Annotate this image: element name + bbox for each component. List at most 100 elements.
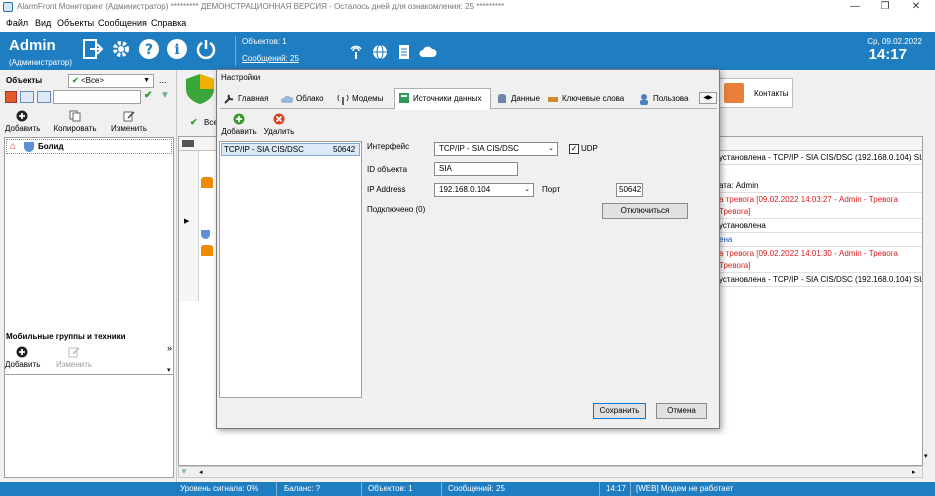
- tab-scroll-arrows[interactable]: ◀▶: [699, 92, 717, 104]
- event-row[interactable]: ена: [719, 233, 922, 247]
- add-object-label: Добавить: [5, 124, 41, 133]
- tab-cloud[interactable]: Облако: [278, 90, 333, 109]
- horizontal-scrollbar[interactable]: ▼ ◂ ▸: [178, 466, 923, 478]
- copy-object-button[interactable]: Копировать: [52, 110, 98, 133]
- power-icon[interactable]: [195, 38, 217, 60]
- event-row[interactable]: Тревога]: [719, 259, 922, 273]
- tab-main[interactable]: Главная: [220, 90, 277, 109]
- column-icon: [182, 140, 194, 147]
- udp-checkbox[interactable]: ✓: [569, 144, 579, 154]
- ip-address-combo[interactable]: 192.168.0.104 ⌄: [434, 183, 534, 197]
- menu-file[interactable]: Файл: [6, 18, 28, 28]
- tab-users[interactable]: Пользова: [635, 90, 697, 109]
- dropdown-arrow-icon[interactable]: ▾: [167, 366, 171, 374]
- tab-data-sources-label: Источники данных: [413, 94, 482, 103]
- delete-source-button[interactable]: Удалить: [261, 113, 297, 136]
- filter-more-button[interactable]: ...: [159, 75, 167, 85]
- edit-icon: [68, 347, 80, 358]
- info-icon[interactable]: i: [166, 38, 188, 60]
- title-bar: AlarmFront Мониторинг (Администратор) **…: [0, 0, 935, 14]
- tab-modems[interactable]: Модемы: [334, 90, 393, 109]
- event-row[interactable]: установлена - TCP/IP - SIA CIS/DSC (192.…: [719, 273, 922, 287]
- keyboard-icon[interactable]: [20, 91, 34, 103]
- event-row[interactable]: Тревога]: [719, 205, 922, 219]
- ip-label: IP Address: [367, 185, 406, 194]
- tree-item[interactable]: ⌂ Болид: [6, 139, 172, 154]
- edit-mobile-button[interactable]: Изменить: [54, 346, 94, 369]
- binoculars-icon[interactable]: [37, 91, 51, 103]
- event-row[interactable]: установлена: [719, 219, 922, 233]
- add-source-button[interactable]: Добавить: [221, 113, 257, 136]
- object-id-input[interactable]: SIA: [434, 162, 518, 176]
- data-source-icon: [399, 93, 409, 103]
- disconnect-button[interactable]: Отключиться: [602, 203, 688, 219]
- interface-value: TCP/IP - SIA CIS/DSC: [439, 144, 519, 153]
- document-icon: [399, 45, 409, 59]
- gear-icon[interactable]: [110, 38, 132, 60]
- tab-contacts[interactable]: Контакты: [718, 78, 793, 108]
- add-object-button[interactable]: Добавить: [5, 110, 41, 133]
- logout-icon[interactable]: [82, 38, 104, 60]
- www-icon: [373, 44, 387, 60]
- mobile-groups-label: Мобильные группы и техники: [6, 332, 126, 341]
- close-button[interactable]: ✕: [901, 0, 931, 14]
- event-row[interactable]: ата: Admin: [719, 179, 922, 193]
- edit-object-button[interactable]: Изменить: [109, 110, 149, 133]
- data-source-row[interactable]: TCP/IP - SIA CIS/DSC 50642: [221, 143, 360, 156]
- chevron-down-icon: ⌄: [548, 145, 554, 152]
- filter-value: <Все>: [80, 76, 105, 85]
- delete-icon: [273, 113, 285, 125]
- svg-text:i: i: [174, 42, 179, 58]
- menu-objects[interactable]: Объекты: [57, 18, 94, 28]
- interface-label: Интерфейс: [367, 142, 410, 151]
- chevron-down-icon: ⌄: [524, 186, 530, 193]
- maximize-button[interactable]: ❐: [870, 0, 900, 14]
- tab-modems-label: Модемы: [352, 94, 384, 103]
- menu-view[interactable]: Вид: [35, 18, 51, 28]
- edit-mobile-label: Изменить: [55, 360, 93, 369]
- window-title: AlarmFront Мониторинг (Администратор) **…: [17, 2, 505, 11]
- dialog-title: Настройки: [221, 73, 261, 82]
- user-name: Admin: [9, 37, 56, 54]
- add-mobile-label: Добавить: [5, 360, 41, 369]
- save-button[interactable]: Сохранить: [593, 403, 646, 419]
- event-row[interactable]: установлена - TCP/IP - SIA CIS/DSC (192.…: [719, 151, 922, 165]
- tab-data-label: Данные: [511, 94, 540, 103]
- menu-help[interactable]: Справка: [151, 18, 186, 28]
- tab-data-sources[interactable]: Источники данных: [394, 88, 491, 110]
- status-modem: [WEB] Модем не работает: [636, 484, 734, 493]
- cancel-button[interactable]: Отмена: [656, 403, 707, 419]
- menu-messages[interactable]: Сообщения: [98, 18, 147, 28]
- edit-object-label: Изменить: [110, 124, 148, 133]
- apply-check-icon[interactable]: ✔: [144, 90, 152, 101]
- header-bar: Admin (Администратор) ? i Объектов: 1 Со…: [0, 32, 935, 70]
- expand-chevron-icon[interactable]: »: [167, 343, 172, 353]
- tab-keywords[interactable]: Ключевые слова: [544, 90, 634, 109]
- user-role: (Администратор): [9, 58, 73, 67]
- help-icon[interactable]: ?: [138, 38, 160, 60]
- filter-icon[interactable]: ▼: [160, 90, 170, 101]
- chevron-down-icon: ▼: [143, 77, 150, 84]
- tab-data[interactable]: Данные: [493, 90, 543, 109]
- ip-value: 192.168.0.104: [439, 185, 491, 194]
- check-icon: ✔: [72, 76, 79, 85]
- connected-status: Подключено (0): [367, 205, 426, 214]
- tab-keywords-label: Ключевые слова: [562, 94, 625, 103]
- alarm-icon[interactable]: [5, 91, 17, 103]
- interface-select[interactable]: TCP/IP - SIA CIS/DSC ⌄: [434, 142, 558, 156]
- search-input[interactable]: [53, 90, 141, 104]
- add-icon: [16, 346, 28, 358]
- copy-icon: [69, 110, 81, 122]
- funnel-icon: ▼: [180, 467, 188, 476]
- messages-link[interactable]: Сообщений: 25: [242, 54, 299, 63]
- scroll-down-icon[interactable]: ▾: [924, 452, 928, 460]
- add-mobile-button[interactable]: Добавить: [5, 346, 41, 369]
- minimize-button[interactable]: —: [840, 0, 870, 14]
- object-id-label: ID объекта: [367, 165, 408, 174]
- antenna-icon: [337, 94, 349, 105]
- objects-filter-combo[interactable]: ✔ <Все> ▼: [68, 74, 154, 88]
- scroll-left-icon[interactable]: ◂: [199, 468, 203, 476]
- scroll-right-icon[interactable]: ▸: [912, 468, 916, 476]
- port-input[interactable]: 50642: [616, 183, 643, 197]
- status-divider: [599, 482, 600, 496]
